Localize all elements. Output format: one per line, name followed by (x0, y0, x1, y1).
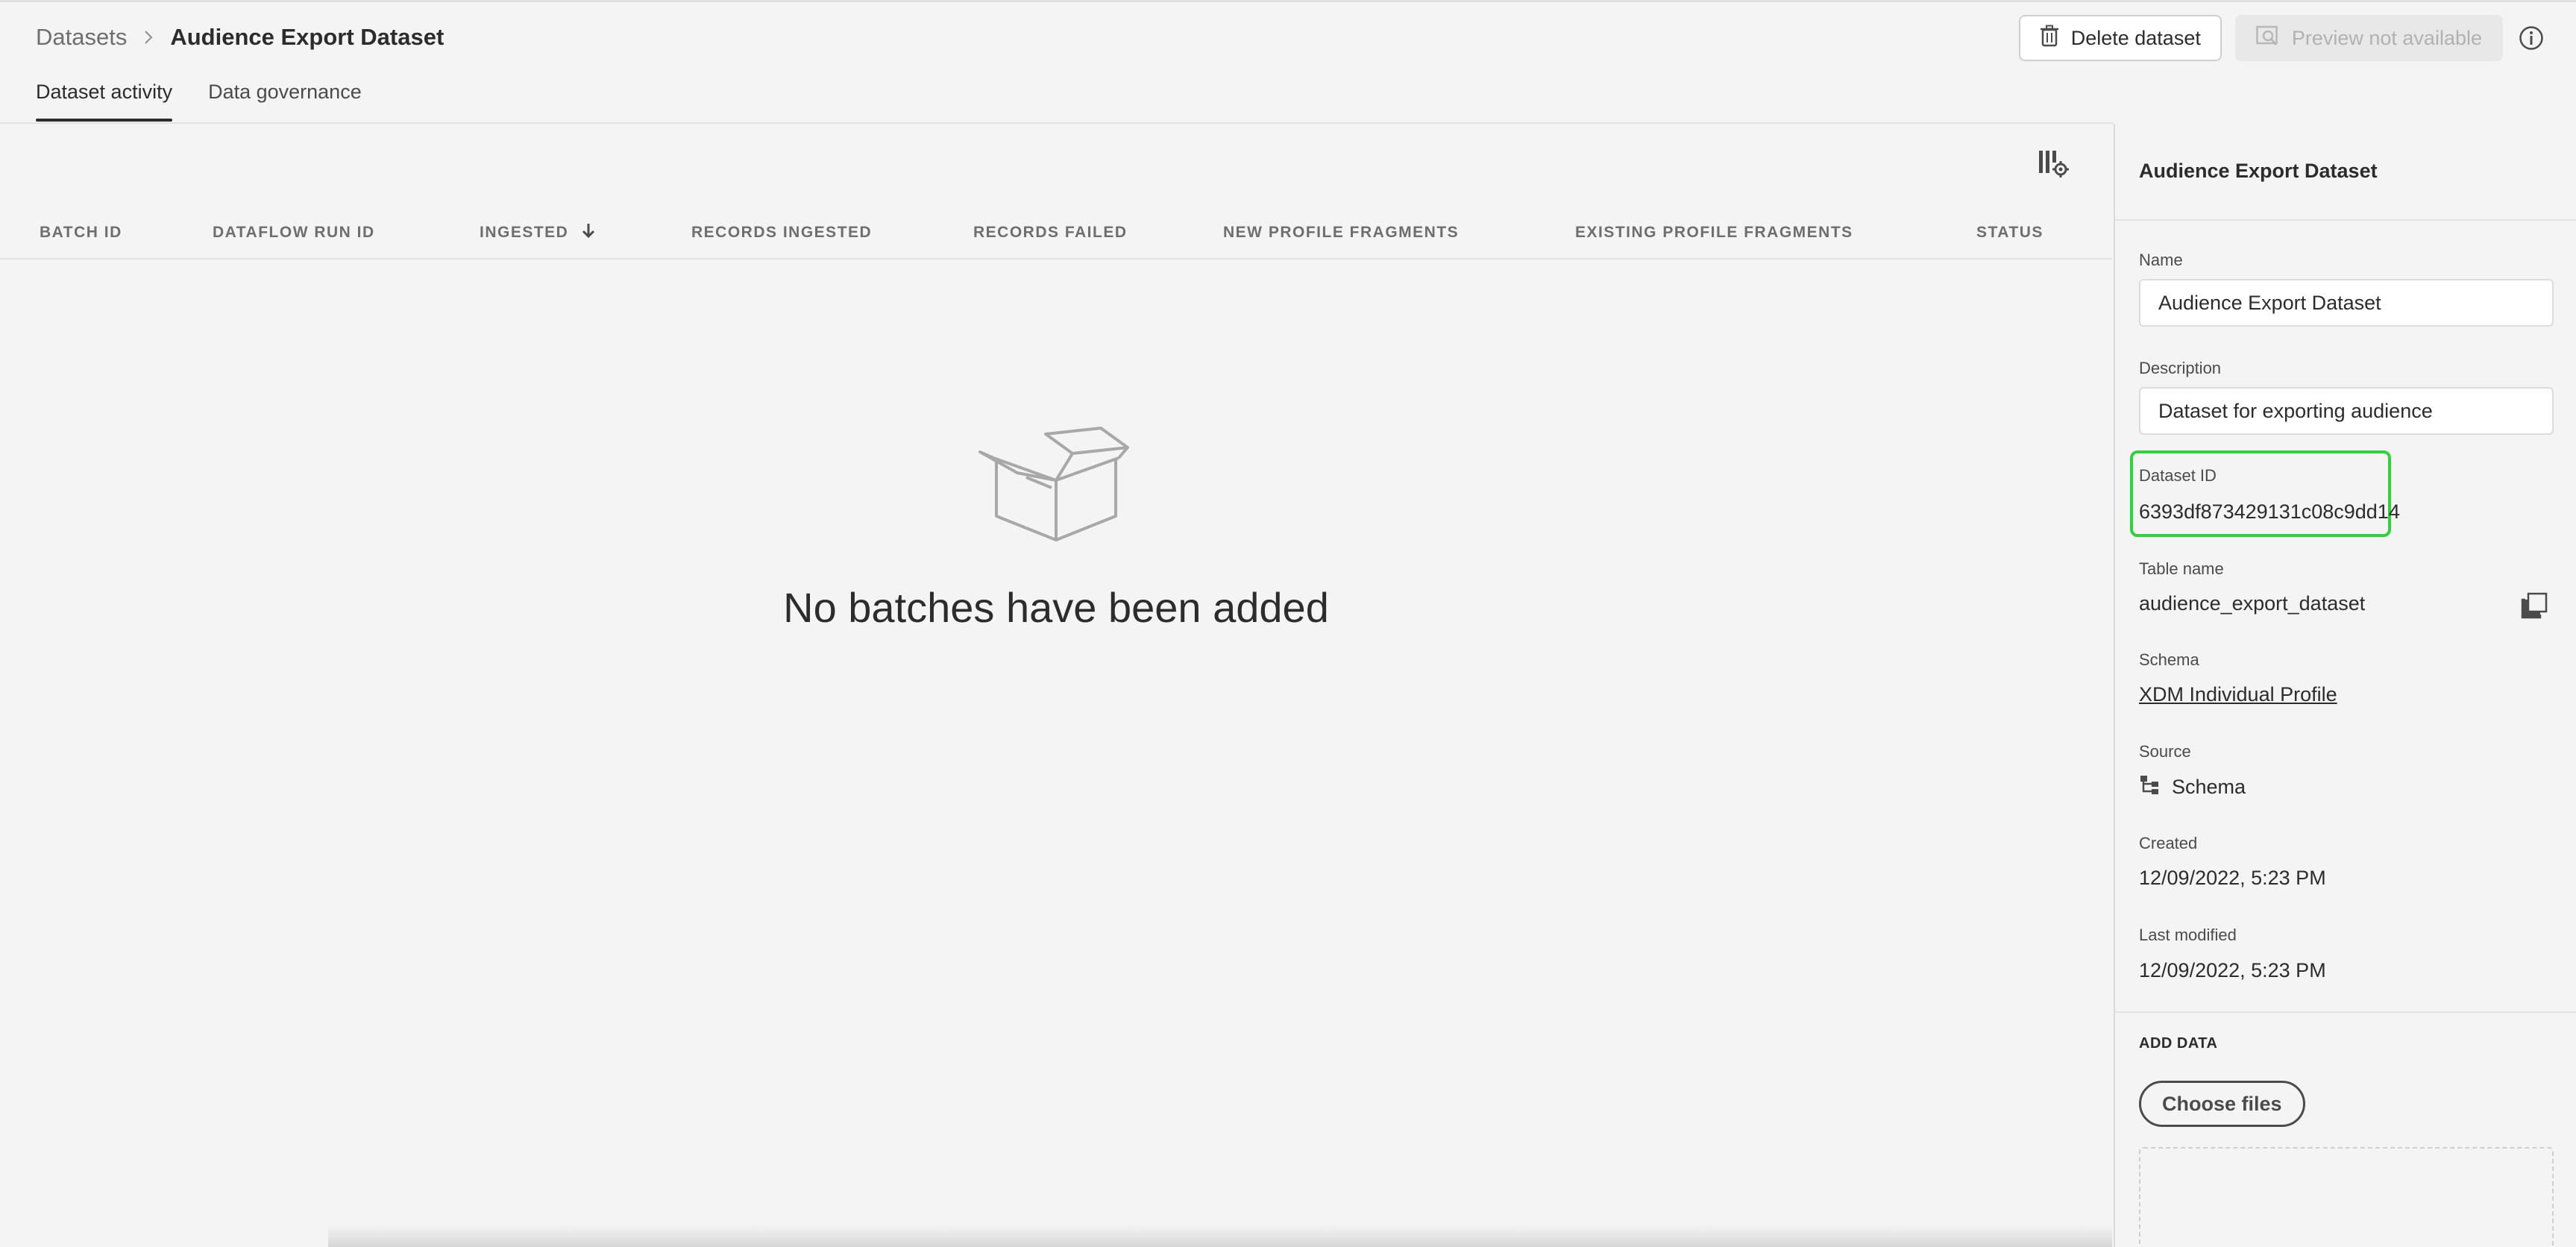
column-header-status[interactable]: STATUS (1976, 207, 2043, 258)
column-header-records-ingested[interactable]: RECORDS INGESTED (691, 207, 872, 258)
column-header-records-failed[interactable]: RECORDS FAILED (973, 207, 1128, 258)
tab-dataset-activity[interactable]: Dataset activity (36, 81, 173, 122)
dataset-id-value: 6393df873429131c08c9dd14 (2139, 500, 2400, 523)
column-header-new-profile-fragments[interactable]: NEW PROFILE FRAGMENTS (1223, 207, 1459, 258)
column-header-ingested-label: INGESTED (480, 224, 569, 241)
breadcrumb-datasets-link[interactable]: Datasets (36, 24, 127, 51)
delete-dataset-label: Delete dataset (2070, 26, 2201, 49)
description-field[interactable]: Dataset for exporting audience (2139, 387, 2554, 435)
delete-dataset-button[interactable]: Delete dataset (2018, 15, 2222, 61)
trash-icon (2040, 25, 2059, 52)
schema-tree-icon (2139, 774, 2160, 800)
schema-label: Schema (2139, 650, 2199, 669)
table-name-label: Table name (2139, 559, 2224, 578)
preview-dataset-label: Preview not available (2291, 26, 2482, 49)
column-header-dataflow-run-id[interactable]: DATAFLOW RUN ID (213, 207, 375, 258)
rail-divider (2115, 1011, 2576, 1013)
info-icon[interactable] (2516, 23, 2546, 53)
page-title: Audience Export Dataset (170, 24, 444, 50)
created-label: Created (2139, 834, 2198, 852)
name-label: Name (2139, 251, 2183, 269)
header-actions: Delete dataset Preview not available (2018, 15, 2546, 61)
source-label: Source (2139, 742, 2191, 761)
empty-state-message: No batches have been added (783, 584, 1329, 631)
table-name-value: audience_export_dataset (2139, 592, 2366, 615)
copy-icon[interactable] (2521, 592, 2548, 619)
last-modified-label: Last modified (2139, 926, 2237, 944)
column-settings-icon[interactable] (2038, 148, 2069, 179)
source-row: Schema (2139, 774, 2246, 800)
empty-state: No batches have been added (0, 427, 2112, 632)
table-header: BATCH ID DATAFLOW RUN ID INGESTED RECORD… (0, 207, 2112, 260)
top-border (0, 0, 2576, 2)
source-value: Schema (2172, 776, 2246, 798)
file-dropzone[interactable] (2139, 1147, 2554, 1247)
batches-table-panel: BATCH ID DATAFLOW RUN ID INGESTED RECORD… (0, 124, 2112, 1247)
name-field[interactable]: Audience Export Dataset (2139, 279, 2554, 327)
preview-icon (2256, 25, 2280, 52)
column-header-batch-id[interactable]: BATCH ID (40, 207, 122, 258)
created-value: 12/09/2022, 5:23 PM (2139, 867, 2326, 889)
dataset-detail-page: Datasets Audience Export Dataset Delete … (0, 0, 2576, 1247)
last-modified-value: 12/09/2022, 5:23 PM (2139, 959, 2326, 981)
schema-link[interactable]: XDM Individual Profile (2139, 683, 2337, 706)
breadcrumb: Datasets Audience Export Dataset (36, 21, 444, 54)
arrow-down-icon (582, 222, 595, 243)
preview-dataset-button[interactable]: Preview not available (2234, 15, 2503, 61)
dataset-id-label: Dataset ID (2139, 466, 2217, 485)
add-data-heading: ADD DATA (2139, 1035, 2218, 1052)
column-header-existing-profile-fragments[interactable]: EXISTING PROFILE FRAGMENTS (1575, 207, 1853, 258)
dataset-details-rail: Audience Export Dataset Name Audience Ex… (2114, 124, 2576, 1247)
rail-divider (2115, 219, 2576, 221)
column-header-ingested[interactable]: INGESTED (480, 207, 595, 258)
scroll-shadow (328, 1225, 2112, 1247)
rail-title: Audience Export Dataset (2139, 160, 2378, 182)
chevron-right-icon (143, 30, 154, 45)
tab-list: Dataset activity Data governance (36, 81, 362, 122)
dataset-id-highlight (2130, 450, 2391, 537)
empty-box-icon (0, 427, 2112, 546)
choose-files-button[interactable]: Choose files (2139, 1081, 2305, 1127)
tab-data-governance[interactable]: Data governance (208, 81, 362, 120)
description-label: Description (2139, 359, 2222, 377)
